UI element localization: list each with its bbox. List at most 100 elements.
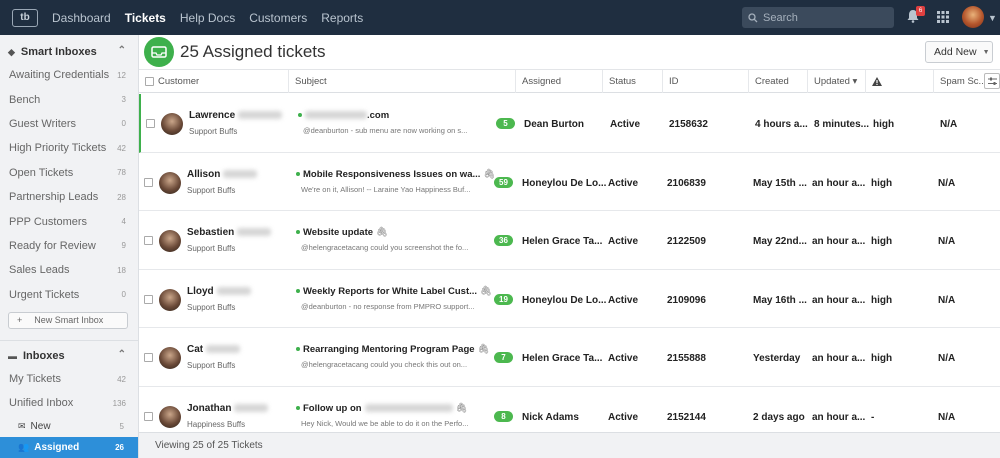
ticket-id: 2122509 [667,236,706,247]
search-icon [748,12,758,22]
customer-avatar [159,288,181,311]
spam-score: N/A [938,236,956,247]
chevron-up-icon[interactable]: ⌃ [118,45,126,56]
sidebar-item-label: Unified Inbox [9,397,74,410]
sidebar-item-ppp-customers[interactable]: PPP Customers 4 [0,209,138,233]
row-checkbox[interactable] [144,353,153,362]
tag-icon: ◆ [8,46,15,57]
col-assigned[interactable]: Assigned [516,70,603,93]
ticket-preview: Hey Nick, Would we be able to do it on t… [301,418,469,428]
col-subject[interactable]: Subject [289,70,516,93]
status-dot [298,113,302,118]
assigned-agent: Helen Grace Ta... [522,236,603,247]
ticket-priority: high [871,236,893,247]
user-avatar[interactable] [962,6,984,28]
sidebar-item-guest-writers[interactable]: Guest Writers 0 [0,112,138,136]
table-row[interactable]: Lloyd Support Buffs Weekly Reports for Whi… [139,269,1000,328]
sidebar-item-assigned[interactable]: 👥 Assigned 26 [0,436,138,458]
reply-count-badge: 36 [494,235,513,246]
col-customer[interactable]: Customer [139,70,289,93]
nav-help-docs[interactable]: Help Docs [180,11,235,25]
table-row[interactable]: Lawrence Support Buffs .com @deanburton - s… [139,94,1000,153]
row-checkbox[interactable] [144,177,153,187]
ticket-subject[interactable]: Weekly Reports for White Label Cust... 🖇 [296,286,492,297]
ticket-subject[interactable]: Rearranging Mentoring Program Page 🖇 [296,344,490,355]
spam-score: N/A [938,353,956,364]
table-row[interactable]: Sebastien Support Buffs Website update 🖇 @he… [139,211,1000,270]
sidebar-item-new[interactable]: ✉ New 5 [0,416,138,437]
sidebar-item-unified-inbox[interactable]: Unified Inbox 136 [0,391,138,415]
add-new-button[interactable]: Add New ▼ [925,41,993,63]
search-input[interactable] [763,11,883,24]
ticket-subject[interactable]: Website update 🖇 [296,227,388,238]
ticket-subject-text: Weekly Reports for White Label Cust... [303,285,478,297]
sidebar-item-partnership-leads[interactable]: Partnership Leads 28 [0,185,138,209]
smart-inboxes-header[interactable]: ◆ Smart Inboxes ⌃ [0,41,138,63]
updated-time: an hour a... [812,353,866,364]
select-all-checkbox[interactable] [145,77,154,86]
col-priority[interactable] [866,70,934,93]
sidebar-item-sales-leads[interactable]: Sales Leads 18 [0,258,138,282]
ticket-subject-text: Rearranging Mentoring Program Page [303,344,475,355]
nav-dashboard[interactable]: Dashboard [52,11,111,25]
inboxes-header[interactable]: ▬ Inboxes ⌃ [0,345,138,367]
col-label: Subject [295,76,327,87]
customer-name[interactable]: Lawrence [189,110,283,121]
sidebar-item-awaiting-credentials[interactable]: Awaiting Credentials 12 [0,63,138,87]
updated-time: 8 minutes... [814,119,870,130]
sidebar-item-label: Awaiting Credentials [9,69,110,82]
customer-avatar [159,171,181,194]
column-settings-icon[interactable] [984,73,1000,89]
customer-name-text: Cat [187,344,204,355]
page-title: 25 Assigned tickets [180,42,326,61]
table-footer: Viewing 25 of 25 Tickets [139,432,1000,458]
row-checkbox[interactable] [144,294,153,304]
reply-count-badge: 19 [494,293,513,305]
row-checkbox[interactable] [146,119,155,128]
assigned-agent: Nick Adams [522,411,579,423]
customer-name[interactable]: Cat [187,344,241,355]
col-label: ID [669,76,679,87]
search-box[interactable] [742,7,894,28]
customer-name[interactable]: Allison [187,169,258,180]
nav-customers[interactable]: Customers [249,11,307,25]
chevron-down-icon[interactable]: ▼ [988,13,997,23]
row-checkbox[interactable] [144,236,153,245]
customer-name[interactable]: Sebastien [187,227,272,238]
assigned-agent: Honeylou De Lo... [522,177,607,189]
nav-reports[interactable]: Reports [321,11,363,25]
sidebar-item-open-tickets[interactable]: Open Tickets 78 [0,161,138,185]
col-status[interactable]: Status [603,70,663,93]
chevron-up-icon[interactable]: ⌃ [118,349,126,360]
row-checkbox[interactable] [144,411,153,421]
ticket-subject[interactable]: .com [298,110,389,121]
col-label: Status [609,76,636,87]
ticket-priority: high [871,177,893,189]
sidebar-item-count: 18 [117,265,126,275]
app-logo[interactable]: tb [12,8,38,27]
new-smart-inbox-button[interactable]: + New Smart Inbox [8,311,128,329]
ticket-subject[interactable]: Follow up on 🖇 [296,403,468,414]
sidebar-item-bench[interactable]: Bench 3 [0,87,138,111]
sidebar-item-high-priority-tickets[interactable]: High Priority Tickets 42 [0,136,138,160]
sidebar-item-urgent-tickets[interactable]: Urgent Tickets 0 [0,283,138,307]
ticket-status: Active [608,177,639,189]
customer-company: Support Buffs [189,127,238,136]
col-created[interactable]: Created [749,70,808,93]
redacted-text [223,169,258,178]
ticket-id: 2158632 [669,119,708,130]
nav-tickets[interactable]: Tickets [125,11,166,25]
redacted-text [234,403,269,412]
col-spam-score[interactable]: Spam Sc... [934,70,1000,93]
col-id[interactable]: ID [663,70,749,93]
table-row[interactable]: Cat Support Buffs Rearranging Mentoring Pr… [139,328,1000,387]
ticket-subject[interactable]: Mobile Responsiveness Issues on wa... 🖇 [296,169,495,180]
col-updated[interactable]: Updated ▾ [808,70,866,93]
sidebar-item-ready-for-review[interactable]: Ready for Review 9 [0,234,138,258]
table-row[interactable]: Allison Support Buffs Mobile Responsivenes… [139,152,1000,211]
sidebar-divider [0,339,138,341]
sidebar-item-my-tickets[interactable]: My Tickets 42 [0,367,138,391]
customer-name[interactable]: Lloyd [187,286,251,297]
apps-grid-icon[interactable] [937,11,949,23]
customer-name[interactable]: Jonathan [187,403,269,414]
